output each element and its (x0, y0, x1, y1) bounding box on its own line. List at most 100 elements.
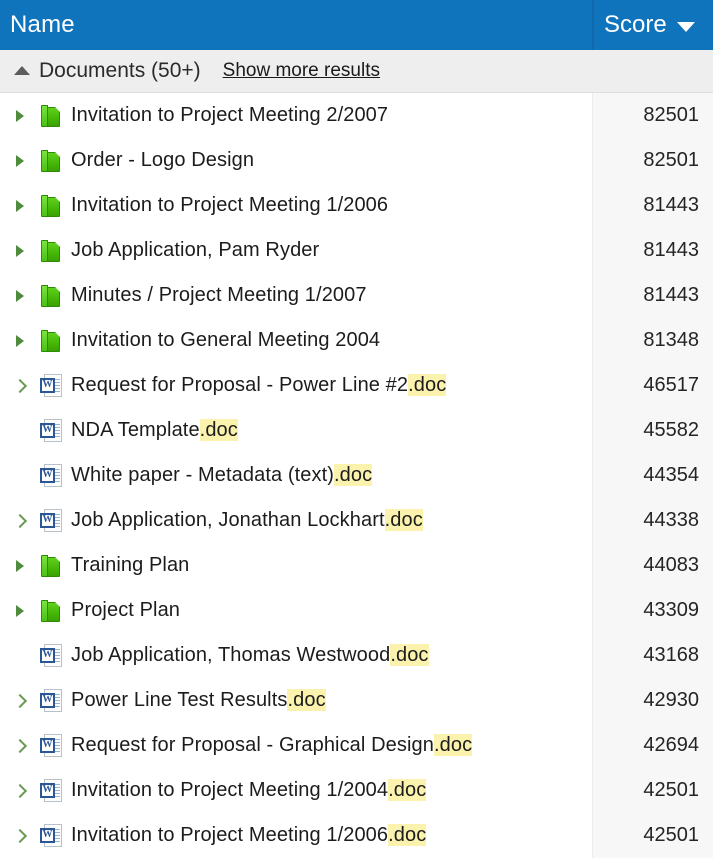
row-expander[interactable] (12, 363, 36, 408)
row-name-cell[interactable]: W Job Application, Jonathan Lockhart.doc (0, 498, 592, 543)
row-name-cell[interactable]: Minutes / Project Meeting 1/2007 (0, 273, 592, 318)
table-row[interactable]: W NDA Template.doc 45582 (0, 408, 713, 453)
row-name-label: Invitation to General Meeting 2004 (71, 329, 380, 352)
row-name-cell[interactable]: W Job Application, Thomas Westwood.doc (0, 633, 592, 678)
column-header-divider (592, 0, 594, 50)
row-name-highlight-match: .doc (334, 464, 373, 486)
file-icon-slot: W (36, 723, 66, 768)
row-name-cell[interactable]: W Invitation to Project Meeting 1/2006.do… (0, 813, 592, 858)
column-separator (592, 408, 593, 453)
expand-triangle-icon[interactable] (16, 109, 24, 122)
expand-chevron-icon[interactable] (12, 693, 28, 708)
sort-descending-caret-icon[interactable] (676, 21, 695, 32)
row-expander[interactable] (14, 183, 36, 228)
row-name-highlight-match: .doc (384, 509, 423, 531)
row-name-cell[interactable]: Invitation to General Meeting 2004 (0, 318, 592, 363)
expand-chevron-icon[interactable] (12, 513, 28, 528)
column-separator (592, 678, 593, 723)
row-name-cell[interactable]: Training Plan (0, 543, 592, 588)
row-score-value: 42930 (643, 689, 699, 711)
expand-chevron-icon[interactable] (12, 783, 28, 798)
row-name-cell[interactable]: W NDA Template.doc (0, 408, 592, 453)
file-icon-slot (36, 318, 66, 363)
table-row[interactable]: W Invitation to Project Meeting 1/2004.do… (0, 768, 713, 813)
row-expander[interactable] (12, 678, 36, 723)
table-row[interactable]: W Job Application, Jonathan Lockhart.doc 4… (0, 498, 713, 543)
row-expander[interactable] (14, 228, 36, 273)
column-separator (592, 723, 593, 768)
row-expander[interactable] (12, 768, 36, 813)
row-name-cell[interactable]: Invitation to Project Meeting 2/2007 (0, 93, 592, 138)
table-row[interactable]: Minutes / Project Meeting 1/2007 81443 (0, 273, 713, 318)
table-row[interactable]: W White paper - Metadata (text).doc 44354 (0, 453, 713, 498)
row-expander[interactable] (12, 498, 36, 543)
row-name-highlight-match: .doc (388, 824, 427, 846)
row-expander[interactable] (12, 723, 36, 768)
table-row[interactable]: Job Application, Pam Ryder 81443 (0, 228, 713, 273)
expand-triangle-icon[interactable] (16, 154, 24, 167)
table-row[interactable]: W Request for Proposal - Graphical Design… (0, 723, 713, 768)
show-more-results-link[interactable]: Show more results (223, 60, 380, 82)
row-score-cell: 81443 (592, 183, 713, 228)
row-name-cell[interactable]: W Invitation to Project Meeting 1/2004.do… (0, 768, 592, 813)
row-score-value: 44338 (643, 509, 699, 531)
row-expander[interactable] (14, 543, 36, 588)
row-score-cell: 44083 (592, 543, 713, 588)
row-name-cell[interactable]: W Request for Proposal - Graphical Design… (0, 723, 592, 768)
table-row[interactable]: W Power Line Test Results.doc 42930 (0, 678, 713, 723)
expand-triangle-icon[interactable] (16, 244, 24, 257)
expand-chevron-icon[interactable] (12, 378, 28, 393)
column-header-score[interactable]: Score (592, 11, 713, 39)
table-row[interactable]: W Request for Proposal - Power Line #2.do… (0, 363, 713, 408)
table-row[interactable]: Invitation to General Meeting 2004 81348 (0, 318, 713, 363)
expand-chevron-icon[interactable] (12, 828, 28, 843)
row-expander[interactable] (14, 93, 36, 138)
row-score-value: 82501 (643, 104, 699, 126)
row-score-value: 44083 (643, 554, 699, 576)
word-document-icon: W (40, 508, 62, 533)
table-row[interactable]: Invitation to Project Meeting 2/2007 8250… (0, 93, 713, 138)
row-expander[interactable] (14, 318, 36, 363)
row-expander[interactable] (12, 813, 36, 858)
row-name-cell[interactable]: W Power Line Test Results.doc (0, 678, 592, 723)
row-name-cell[interactable]: W White paper - Metadata (text).doc (0, 453, 592, 498)
row-score-value: 43309 (643, 599, 699, 621)
row-name-label: Project Plan (71, 599, 180, 622)
expand-triangle-icon[interactable] (16, 289, 24, 302)
table-row[interactable]: Invitation to Project Meeting 1/2006 8144… (0, 183, 713, 228)
row-score-value: 42694 (643, 734, 699, 756)
row-name-cell[interactable]: Project Plan (0, 588, 592, 633)
row-expander[interactable] (14, 138, 36, 183)
row-score-cell: 81443 (592, 273, 713, 318)
expand-triangle-icon[interactable] (16, 559, 24, 572)
row-name-text: Invitation to General Meeting 2004 (71, 329, 381, 351)
row-score-cell: 42694 (592, 723, 713, 768)
row-score-cell: 81443 (592, 228, 713, 273)
collapse-triangle-up-icon[interactable] (14, 66, 30, 75)
row-name-label: Order - Logo Design (71, 149, 254, 172)
column-header-name[interactable]: Name (0, 11, 592, 39)
row-name-text: NDA Template (71, 419, 200, 441)
row-name-cell[interactable]: W Request for Proposal - Power Line #2.do… (0, 363, 592, 408)
row-expander[interactable] (14, 273, 36, 318)
table-row[interactable]: Order - Logo Design 82501 (0, 138, 713, 183)
table-row[interactable]: Project Plan 43309 (0, 588, 713, 633)
table-row[interactable]: W Invitation to Project Meeting 1/2006.do… (0, 813, 713, 858)
row-name-label: Invitation to Project Meeting 2/2007 (71, 104, 388, 127)
expand-chevron-icon[interactable] (12, 738, 28, 753)
column-separator (592, 813, 593, 858)
table-row[interactable]: W Job Application, Thomas Westwood.doc 431… (0, 633, 713, 678)
row-expander[interactable] (14, 588, 36, 633)
row-name-label: Minutes / Project Meeting 1/2007 (71, 284, 367, 307)
table-row[interactable]: Training Plan 44083 (0, 543, 713, 588)
row-expander (14, 453, 36, 498)
row-name-cell[interactable]: Invitation to Project Meeting 1/2006 (0, 183, 592, 228)
row-name-cell[interactable]: Order - Logo Design (0, 138, 592, 183)
column-header-score-label: Score (604, 11, 667, 38)
expand-triangle-icon[interactable] (16, 199, 24, 212)
row-name-text: Invitation to Project Meeting 1/2006 (71, 194, 389, 216)
row-name-cell[interactable]: Job Application, Pam Ryder (0, 228, 592, 273)
expand-triangle-icon[interactable] (16, 334, 24, 347)
green-book-icon (41, 599, 61, 622)
expand-triangle-icon[interactable] (16, 604, 24, 617)
